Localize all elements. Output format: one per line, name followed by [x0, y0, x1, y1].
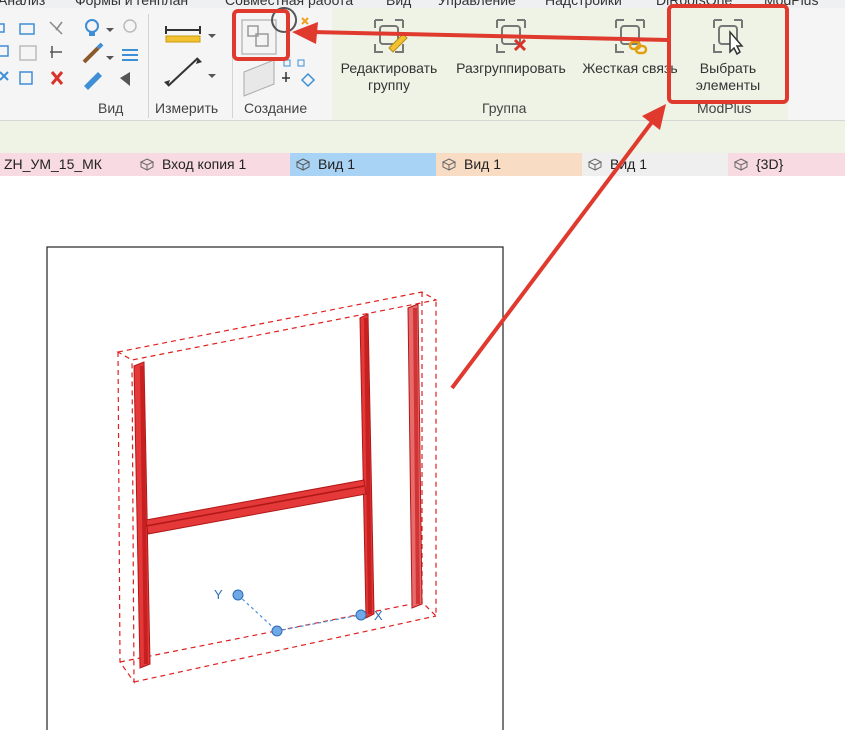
- axis-x-label: X: [374, 608, 383, 623]
- highlight-box-select-elements: [667, 4, 789, 104]
- model-viewport: Y X: [46, 4, 789, 730]
- steel-beam[interactable]: [145, 479, 367, 535]
- highlight-box-create-group: [232, 9, 290, 61]
- steel-column-left[interactable]: [133, 361, 151, 669]
- steel-column-middle[interactable]: [359, 313, 375, 619]
- annotation-arrow-diagonal: [450, 104, 666, 390]
- annotation-arrow-horizontal: [292, 22, 669, 44]
- crop-region[interactable]: [46, 246, 504, 730]
- coordinate-gizmo[interactable]: [232, 589, 367, 637]
- selection-bounding-box: [116, 291, 438, 684]
- axis-y-label: Y: [214, 587, 223, 602]
- steel-column-right[interactable]: [407, 303, 423, 609]
